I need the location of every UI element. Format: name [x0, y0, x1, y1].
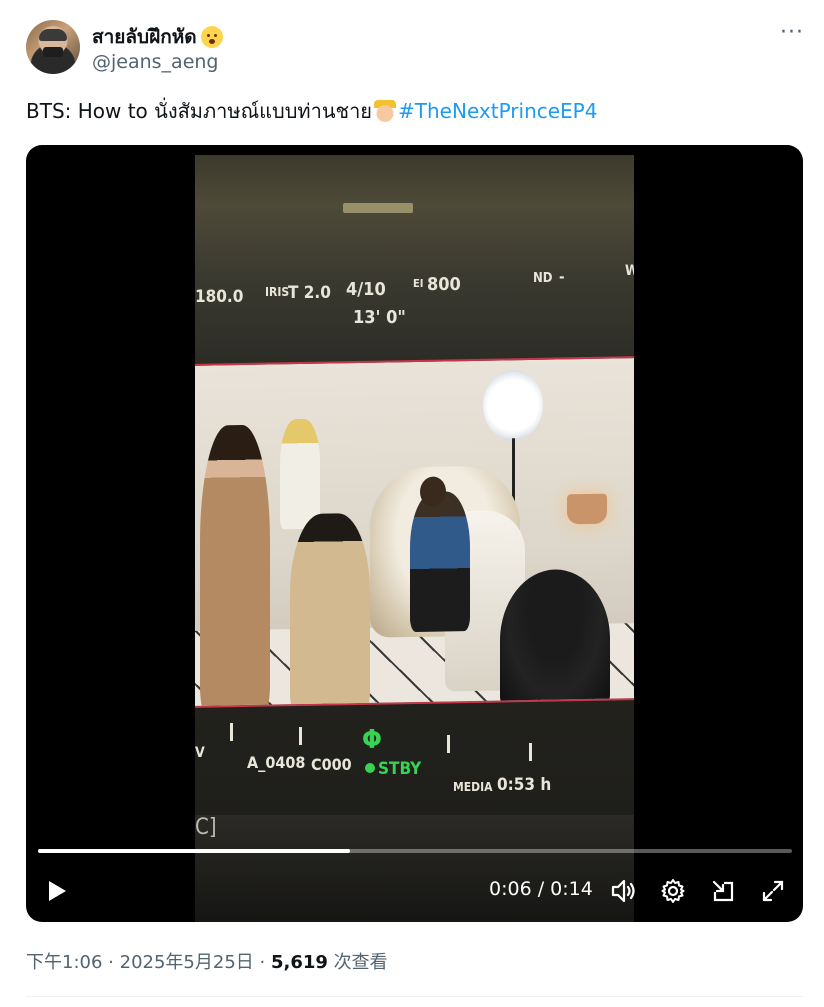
osd-iris-value: T 2.0 [288, 283, 331, 303]
progress-bar[interactable] [38, 849, 792, 853]
settings-button[interactable] [658, 873, 688, 909]
avatar-mask [43, 47, 63, 57]
monitor-top-area [195, 155, 634, 355]
osd-fps: 4/10 [346, 279, 386, 300]
picture-in-picture-button[interactable] [708, 873, 738, 909]
device-label: C] [195, 815, 217, 840]
osd-tick [529, 743, 532, 761]
monitor-device-edge: C] [195, 815, 634, 922]
scene-background-person [280, 418, 320, 530]
scene-lamp [567, 493, 607, 525]
duration: 0:14 [550, 878, 593, 900]
osd-focus: 13' 0" [353, 307, 406, 328]
fullscreen-icon [762, 880, 784, 902]
osd-status-text: STBY [378, 759, 422, 779]
view-label: 次查看 [333, 952, 388, 973]
tweet-body: BTS: How to นั่งสัมภาษณ์แบบท่านชาย [26, 99, 373, 123]
author-handle[interactable]: @jeans_aeng [92, 51, 219, 73]
progress-fill [38, 849, 351, 853]
tweet-metadata: 下午1:06 · 2025年5月25日 · 5,619 次查看 [26, 948, 388, 974]
osd-ei-label: EI [413, 277, 424, 290]
camera-scene [195, 356, 634, 708]
time-readout: 0:06 / 0:14 [489, 878, 593, 900]
tweet-text: BTS: How to นั่งสัมภาษณ์แบบท่านชาย #TheNe… [26, 97, 597, 125]
ceiling-light [343, 203, 413, 213]
gear-icon [661, 879, 685, 903]
view-count: 5,619 [271, 952, 328, 973]
osd-left-fragment: V [195, 745, 205, 761]
osd-iris-label: IRIS [265, 285, 290, 299]
osd-tick [299, 727, 302, 745]
scene-camera-operator [500, 568, 610, 708]
play-button[interactable] [42, 873, 72, 909]
record-dot-icon [365, 763, 375, 773]
osd-tick [230, 723, 233, 741]
tweet-time[interactable]: 下午1:06 [26, 952, 102, 973]
osd-clip: A_0408 [247, 753, 306, 772]
osd-tick [447, 735, 450, 753]
speaker-icon [611, 879, 635, 903]
video-frame: 180.0 IRIS T 2.0 4/10 EI 800 ND - W 13' … [195, 155, 634, 922]
prince-emoji-icon [374, 100, 397, 122]
osd-shutter: 180.0 [195, 287, 244, 307]
hashtag-link[interactable]: #TheNextPrinceEP4 [398, 99, 597, 123]
osd-clip-count: C000 [311, 755, 352, 774]
author-name-text: สายลับฝึกหัด [92, 26, 197, 48]
play-icon [49, 881, 66, 901]
osd-status: STBY [365, 759, 421, 779]
scene-standing-woman [200, 424, 270, 708]
scene-seated-person [410, 491, 470, 633]
divider [26, 996, 803, 997]
avatar-cap [39, 29, 67, 41]
scene-softbox [483, 369, 543, 441]
osd-media-value: 0:53 h [497, 775, 552, 795]
picture-in-picture-icon [712, 880, 734, 902]
video-player[interactable]: 180.0 IRIS T 2.0 4/10 EI 800 ND - W 13' … [26, 145, 803, 922]
scene-kneeling-person [290, 512, 370, 708]
osd-w-label: W [625, 263, 634, 279]
author-display-name[interactable]: สายลับฝึกหัด [92, 22, 223, 52]
avatar[interactable] [26, 20, 80, 74]
osd-ei-value: 800 [427, 274, 461, 295]
osd-media-label: MEDIA [453, 780, 493, 794]
tweet-date[interactable]: 2025年5月25日 [120, 952, 254, 973]
volume-button[interactable] [609, 873, 639, 909]
osd-nd-value: - [559, 268, 565, 286]
osd-nd-label: ND [533, 271, 553, 286]
meta-dot: · [108, 952, 114, 973]
astonished-face-icon [200, 26, 223, 48]
more-options-icon[interactable]: ··· [780, 22, 804, 44]
current-time: 0:06 [489, 878, 532, 900]
time-separator: / [537, 878, 545, 900]
osd-phi-icon: Φ [362, 725, 382, 755]
meta-dot: · [259, 952, 266, 973]
fullscreen-button[interactable] [758, 873, 788, 909]
